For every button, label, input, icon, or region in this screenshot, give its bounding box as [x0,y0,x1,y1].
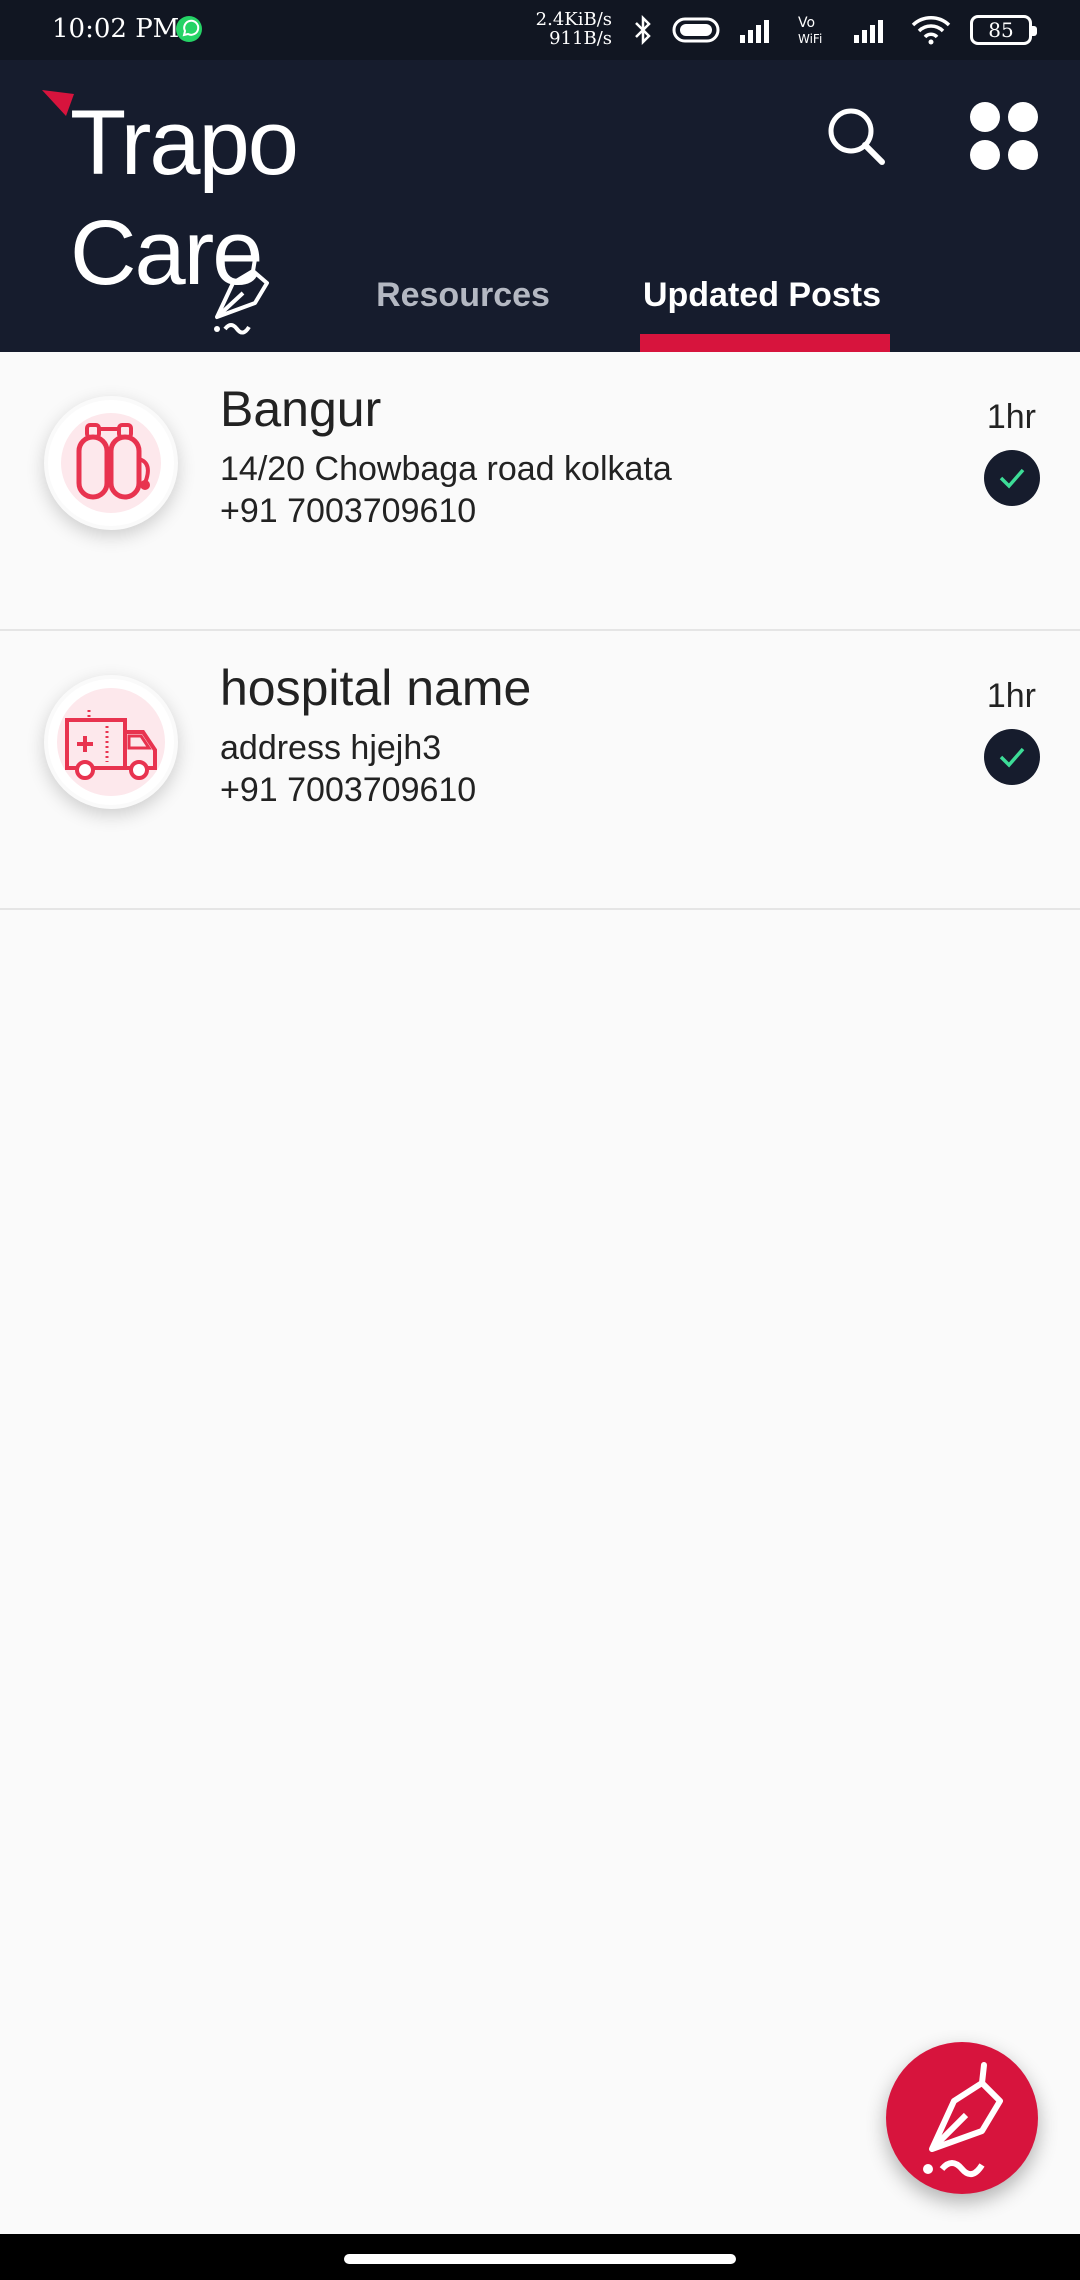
post-address: 14/20 Chowbaga road kolkata [220,450,672,488]
tab-bar: Resources Updated Posts [0,238,1080,352]
oxygen-cylinder-icon [61,413,161,513]
post-time: 1hr [986,677,1036,715]
battery-level: 85 [988,18,1014,42]
tab-resources[interactable]: Resources [356,238,570,352]
new-post-button[interactable] [886,2042,1038,2194]
post-address: address hjejh3 [220,729,442,767]
wifi-icon [911,16,951,45]
net-up: 2.4KiB/s [535,9,612,30]
post-quill-icon [214,257,269,335]
posts-list: Bangur 14/20 Chowbaga road kolkata +91 7… [0,352,1080,910]
menu-grid-button[interactable] [964,96,1044,176]
list-item[interactable]: hospital name address hjejh3 +91 7003709… [0,631,1080,910]
signal-icon [740,20,769,43]
status-bar: 10:02 PM 2.4KiB/s 911B/s Vo WiFi 85 [0,0,1080,60]
app-logo: Trapo Care [40,82,460,304]
system-nav-bar [0,2234,1080,2280]
bluetooth-icon [635,15,651,45]
vowifi-icon: Vo WiFi [798,15,822,46]
post-quill-icon [923,2062,1003,2178]
signal-2-icon [854,20,883,43]
status-icons: Vo WiFi 85 [632,10,1037,50]
home-indicator[interactable] [344,2254,736,2264]
post-phone[interactable]: +91 7003709610 [220,771,476,810]
network-speed: 2.4KiB/s 911B/s [528,10,612,48]
tab-post[interactable] [196,238,286,352]
status-time: 10:02 PM [52,14,180,44]
ambulance-icon [57,688,165,796]
verified-check-icon [984,729,1040,785]
search-button[interactable] [816,96,896,176]
post-title: Bangur [220,381,382,437]
app-header: Trapo Care Resources Updated Posts [0,60,1080,352]
net-down: 911B/s [549,28,612,49]
list-item[interactable]: Bangur 14/20 Chowbaga road kolkata +91 7… [0,352,1080,631]
vibrate-icon [672,17,720,43]
avatar [44,675,178,809]
whatsapp-icon [176,16,202,42]
active-tab-indicator [640,334,890,352]
battery-indicator: 85 [970,15,1037,45]
verified-check-icon [984,450,1040,506]
post-phone[interactable]: +91 7003709610 [220,492,476,531]
post-time: 1hr [986,398,1036,436]
avatar [44,396,178,530]
svg-text:Vo: Vo [798,15,815,31]
svg-text:WiFi: WiFi [798,32,822,46]
grid-icon [970,102,1038,170]
search-icon [828,108,885,165]
post-title: hospital name [220,660,532,716]
